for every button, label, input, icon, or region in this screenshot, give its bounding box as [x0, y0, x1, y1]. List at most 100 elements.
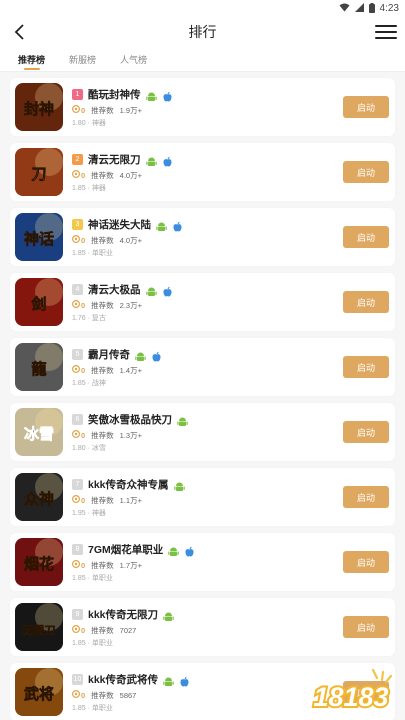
- start-button[interactable]: 启动: [343, 161, 389, 183]
- coin-icon: [71, 494, 81, 505]
- game-name[interactable]: 7GM烟花单职业: [88, 542, 163, 557]
- game-icon-art-text: 武将: [24, 685, 54, 703]
- game-list-item[interactable]: 刀 2 清云无限刀 0 推荐数 4.0万+ 1.85 · 神器 启动: [10, 143, 395, 201]
- qingyun-dajipin-icon[interactable]: 剑: [15, 278, 63, 326]
- game-name[interactable]: kkk传奇无限刀: [88, 607, 158, 622]
- game-info: 3 神话迷失大陆 0 推荐数 4.0万+ 1.85 · 单职业: [63, 217, 343, 257]
- back-button[interactable]: [8, 20, 32, 44]
- recommend-count: 5867: [119, 690, 137, 700]
- coin-value: 0: [81, 105, 86, 115]
- coin-value: 0: [81, 690, 86, 700]
- start-button[interactable]: 启动: [343, 356, 389, 378]
- rank-badge: 7: [72, 479, 83, 490]
- game-name[interactable]: 神话迷失大陆: [88, 217, 151, 232]
- menu-icon: [375, 25, 397, 27]
- game-stats-row: 0 推荐数 1.1万+: [71, 494, 343, 505]
- status-bar: 4:23: [0, 0, 405, 17]
- start-button[interactable]: 启动: [343, 96, 389, 118]
- coin-value: 0: [81, 300, 86, 310]
- game-list-item[interactable]: 神话 3 神话迷失大陆 0 推荐数 4.0万+ 1.85 · 单职业 启动: [10, 208, 395, 266]
- rank-badge: 2: [72, 154, 83, 165]
- game-info: 9 kkk传奇无限刀 0 推荐数 7027 1.85 · 单职业: [63, 607, 343, 647]
- game-name[interactable]: 清云无限刀: [88, 152, 141, 167]
- coin-count: 0: [71, 689, 86, 700]
- apple-icon: [162, 284, 173, 297]
- android-icon: [163, 674, 174, 686]
- recommend-count-label: 推荐数: [91, 365, 114, 375]
- game-list-item[interactable]: 龍 5 霸月传奇 0 推荐数 1.4万+ 1.85 · 战神 启动: [10, 338, 395, 396]
- game-meta-row: 1.80 · 神器: [72, 118, 343, 127]
- android-icon: [163, 609, 174, 621]
- kkk-zhongshen-icon[interactable]: 众神: [15, 473, 63, 521]
- game-list-item[interactable]: 众神 7 kkk传奇众神专属 0 推荐数 1.1万+ 1.95 · 神器 启动: [10, 468, 395, 526]
- coin-icon: [71, 689, 81, 700]
- app-bar: 排行: [0, 17, 405, 47]
- start-button[interactable]: 启动: [343, 291, 389, 313]
- tab-bar: 推荐榜 新服榜 人气榜: [0, 47, 405, 72]
- start-button[interactable]: 启动: [343, 226, 389, 248]
- game-title-row: 6 笑傲冰雪极品快刀: [72, 412, 343, 427]
- start-button[interactable]: 启动: [343, 421, 389, 443]
- coin-count: 0: [71, 364, 85, 375]
- game-version: 1.85: [72, 640, 86, 647]
- game-icon-art-text: 冰雪: [24, 425, 54, 443]
- game-list-item[interactable]: 封神 1 酷玩封神传 0 推荐数 1.9万+ 1.80 · 神器 启动: [10, 78, 395, 136]
- rank-badge: 3: [72, 219, 83, 230]
- recommend-count: 1.3万+: [119, 430, 142, 440]
- game-list-item[interactable]: 剑 4 清云大极品 0 推荐数 2.3万+ 1.76 · 复古 启动: [10, 273, 395, 331]
- rank-badge: 1: [72, 89, 83, 100]
- recommend-count-label: 推荐数: [91, 235, 114, 245]
- game-icon-art-text: 龍: [31, 360, 46, 378]
- shenhua-mishi-icon[interactable]: 神话: [15, 213, 63, 261]
- tab-new-server[interactable]: 新服榜: [69, 47, 96, 72]
- game-list-item[interactable]: 无限刀 9 kkk传奇无限刀 0 推荐数 7027 1.85 · 单职业 启动: [10, 598, 395, 656]
- game-title-row: 9 kkk传奇无限刀: [72, 607, 343, 622]
- qingyun-wuxiandao-icon[interactable]: 刀: [15, 148, 63, 196]
- android-icon: [145, 154, 157, 166]
- start-button[interactable]: 启动: [343, 486, 389, 508]
- android-icon: [135, 349, 146, 361]
- recommend-count-label: 推荐数: [91, 560, 114, 570]
- game-name[interactable]: 酷玩封神传: [88, 87, 141, 102]
- menu-button[interactable]: [375, 21, 397, 43]
- android-icon: [173, 479, 185, 491]
- xiaoao-bingxue-icon[interactable]: 冰雪: [15, 408, 63, 456]
- game-name[interactable]: 霸月传奇: [88, 347, 130, 362]
- start-button[interactable]: 启动: [343, 616, 389, 638]
- game-name[interactable]: kkk传奇众神专属: [88, 477, 169, 492]
- rank-badge: 9: [72, 609, 83, 620]
- tab-popularity[interactable]: 人气榜: [120, 47, 147, 72]
- apple-icon: [179, 674, 190, 687]
- game-info: 6 笑傲冰雪极品快刀 0 推荐数 1.3万+ 1.80 · 冰雪: [63, 412, 343, 452]
- game-list-item[interactable]: 冰雪 6 笑傲冰雪极品快刀 0 推荐数 1.3万+ 1.80 · 冰雪 启动: [10, 403, 395, 461]
- game-name[interactable]: 笑傲冰雪极品快刀: [88, 412, 172, 427]
- coin-icon: [71, 624, 81, 635]
- game-meta-row: 1.85 · 单职业: [72, 638, 343, 647]
- game-icon-art-text: 烟花: [24, 555, 54, 573]
- game-info: 5 霸月传奇 0 推荐数 1.4万+ 1.85 · 战神: [63, 347, 343, 387]
- watermark-logo: 18183: [303, 668, 399, 714]
- game-name[interactable]: 清云大极品: [88, 282, 141, 297]
- recommend-count-label: 推荐数: [91, 105, 114, 115]
- recommend-count: 1.9万+: [119, 105, 142, 115]
- game-title-row: 1 酷玩封神传: [72, 87, 343, 102]
- yanhua-icon[interactable]: 烟花: [15, 538, 63, 586]
- rank-badge: 6: [72, 414, 83, 425]
- kkk-wuxiandao-icon[interactable]: 无限刀: [15, 603, 63, 651]
- start-button[interactable]: 启动: [343, 551, 389, 573]
- kkk-wujiang-icon[interactable]: 武将: [15, 668, 63, 716]
- bayue-chuanqi-icon[interactable]: 龍: [15, 343, 63, 391]
- fengshen-icon[interactable]: 封神: [15, 83, 63, 131]
- logo-rays: [371, 668, 393, 684]
- game-version: 1.85: [72, 705, 86, 712]
- signal-icon: [354, 3, 364, 14]
- game-tag: 冰雪: [91, 445, 106, 452]
- recommend-count-label: 推荐数: [91, 625, 114, 635]
- game-stats-row: 0 推荐数 1.9万+: [71, 104, 343, 115]
- game-name[interactable]: kkk传奇武将传: [88, 672, 158, 687]
- recommend-count: 1.4万+: [119, 365, 142, 375]
- game-list-item[interactable]: 烟花 8 7GM烟花单职业 0 推荐数 1.7万+ 1.85 · 单职业 启动: [10, 533, 395, 591]
- game-meta-row: 1.95 · 神器: [72, 508, 343, 517]
- tab-recommend[interactable]: 推荐榜: [18, 47, 45, 72]
- rank-badge: 8: [72, 544, 83, 555]
